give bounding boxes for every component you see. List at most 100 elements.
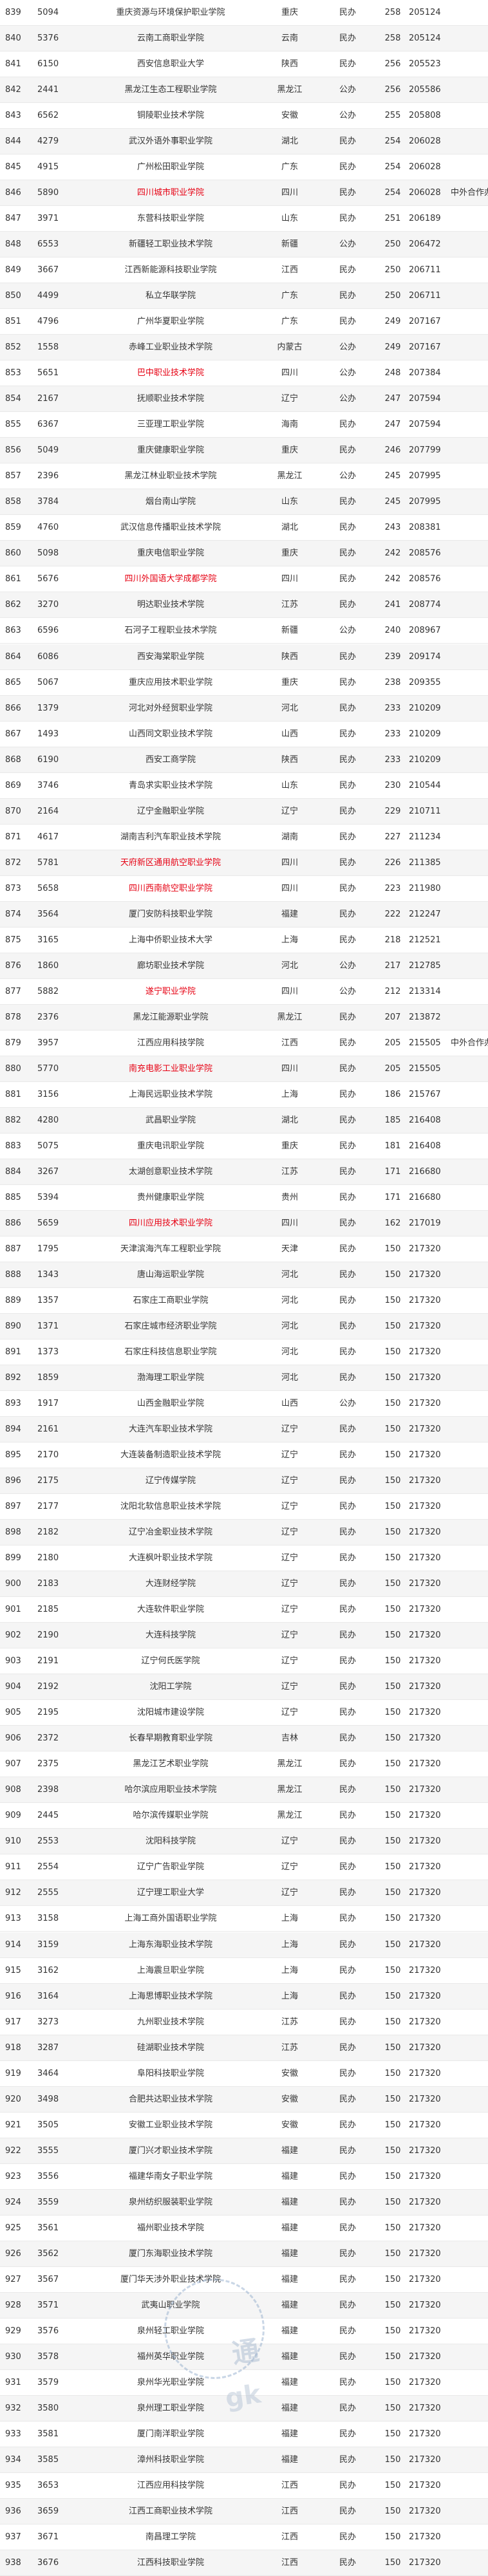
school-name-cell: 漳州科技职业学院	[136, 2454, 204, 2465]
code-cell: 5659	[37, 1218, 59, 1228]
score-cell: 150	[384, 2403, 401, 2413]
note-cell	[451, 1623, 488, 1648]
table-row: 924 3559 泉州纺织服装职业学院 福建 民办 150 217320	[0, 2189, 488, 2216]
score-cell: 233	[384, 729, 401, 739]
province-cell: 福建	[281, 2197, 298, 2207]
province-cell: 辽宁	[281, 1862, 298, 1872]
score-cell: 150	[384, 1244, 401, 1254]
position-cell: 217320	[409, 2506, 441, 2516]
school-name-cell: 渤海理工职业学院	[136, 1373, 204, 1383]
rank-cell: 886	[5, 1218, 21, 1228]
table-row: 853 5651 巴中职业技术学院 四川 公办 248 207384	[0, 360, 488, 387]
score-cell: 150	[384, 1476, 401, 1486]
type-cell: 公办	[339, 368, 356, 378]
score-cell: 150	[384, 1269, 401, 1280]
code-cell: 3505	[37, 2120, 59, 2130]
school-name-cell: 廊坊职业技术学院	[136, 960, 204, 971]
note-cell	[451, 515, 488, 541]
province-cell: 江西	[281, 2506, 298, 2516]
province-cell: 河北	[281, 1373, 298, 1383]
rank-cell: 909	[5, 1811, 21, 1821]
position-cell: 217320	[409, 1321, 441, 1332]
school-name-cell: 泉州轻工职业学院	[136, 2326, 204, 2336]
position-cell: 217320	[409, 1579, 441, 1589]
position-cell: 205124	[409, 8, 441, 17]
school-name-cell: 私立华联学院	[145, 291, 196, 301]
province-cell: 辽宁	[281, 1682, 298, 1692]
table-row: 920 3498 合肥共达职业技术学院 安徽 民办 150 217320	[0, 2086, 488, 2113]
type-cell: 民办	[339, 1296, 356, 1305]
rank-cell: 924	[5, 2197, 21, 2207]
position-cell: 217320	[409, 1682, 441, 1692]
table-row: 841 6150 西安信息职业大学 陕西 民办 256 205523	[0, 51, 488, 78]
rank-cell: 934	[5, 2454, 21, 2465]
rank-cell: 853	[5, 368, 21, 378]
rank-cell: 892	[5, 1373, 21, 1383]
province-cell: 河北	[281, 1347, 298, 1358]
table-row: 937 3671 南昌理工学院 江西 民办 150 217320	[0, 2525, 488, 2550]
type-cell: 民办	[339, 574, 356, 584]
school-name-cell: 四川西南航空职业学院	[128, 883, 212, 893]
position-cell: 212247	[409, 909, 441, 919]
rank-cell: 931	[5, 2377, 21, 2387]
note-cell	[451, 1700, 488, 1726]
school-name-cell: 江西应用科技学院	[136, 2480, 204, 2490]
score-cell: 233	[384, 703, 401, 713]
type-cell: 公办	[339, 85, 356, 95]
score-cell: 212	[384, 986, 401, 996]
type-cell: 民办	[339, 1785, 356, 1795]
note-cell	[451, 2035, 488, 2061]
type-cell: 民办	[339, 2094, 356, 2104]
rank-cell: 926	[5, 2248, 21, 2259]
position-cell: 211234	[409, 832, 441, 842]
code-cell: 3676	[37, 2557, 59, 2568]
score-cell: 150	[384, 1785, 401, 1795]
code-cell: 1917	[37, 1399, 59, 1409]
province-cell: 福建	[281, 909, 298, 919]
school-name-cell: 广州华夏职业学院	[136, 317, 204, 327]
score-cell: 256	[384, 59, 401, 70]
table-row: 930 3578 福州英华职业学院 福建 民办 150 217320	[0, 2344, 488, 2370]
type-cell: 民办	[339, 8, 356, 17]
position-cell: 207384	[409, 368, 441, 378]
school-name-cell: 福建华南女子职业学院	[128, 2171, 212, 2181]
school-name-cell: 泉州华光职业学院	[136, 2377, 204, 2387]
code-cell: 6086	[37, 651, 59, 662]
score-cell: 150	[384, 2017, 401, 2027]
code-cell: 2398	[37, 1785, 59, 1795]
code-cell: 2376	[37, 1012, 59, 1022]
note-cell	[451, 928, 488, 953]
note-cell	[451, 592, 488, 618]
table-row: 873 5658 四川西南航空职业学院 四川 民办 223 211980	[0, 876, 488, 902]
table-row: 854 2167 抚顺职业技术学院 辽宁 公办 247 207594	[0, 386, 488, 413]
score-cell: 150	[384, 1527, 401, 1538]
table-row: 919 3464 阜阳科技职业学院 安徽 民办 150 217320	[0, 2061, 488, 2087]
score-cell: 150	[384, 1888, 401, 1898]
code-cell: 3578	[37, 2351, 59, 2362]
province-cell: 山西	[281, 1399, 298, 1409]
rank-cell: 878	[5, 1012, 21, 1022]
rank-cell: 859	[5, 523, 21, 533]
position-cell: 217320	[409, 2171, 441, 2181]
code-cell: 2553	[37, 1836, 59, 1847]
code-cell: 1859	[37, 1373, 59, 1383]
type-cell: 民办	[339, 2042, 356, 2053]
position-cell: 217320	[409, 2429, 441, 2439]
type-cell: 民办	[339, 2145, 356, 2156]
position-cell: 217320	[409, 1399, 441, 1409]
province-cell: 江苏	[281, 2017, 298, 2027]
rank-cell: 839	[5, 8, 21, 17]
table-row: 934 3585 漳州科技职业学院 福建 民办 150 217320	[0, 2447, 488, 2473]
position-cell: 206189	[409, 214, 441, 224]
type-cell: 民办	[339, 1991, 356, 2001]
table-row: 892 1859 渤海理工职业学院 河北 民办 150 217320	[0, 1365, 488, 1392]
position-cell: 217320	[409, 2403, 441, 2413]
rank-cell: 905	[5, 1708, 21, 1718]
table-row: 938 3676 江西科技职业学院 江西 民办 150 217320	[0, 2550, 488, 2576]
position-cell: 211385	[409, 857, 441, 868]
province-cell: 内蒙古	[277, 342, 303, 353]
type-cell: 民办	[339, 136, 356, 147]
note-cell	[451, 154, 488, 180]
position-cell: 217320	[409, 1605, 441, 1615]
rank-cell: 933	[5, 2429, 21, 2439]
